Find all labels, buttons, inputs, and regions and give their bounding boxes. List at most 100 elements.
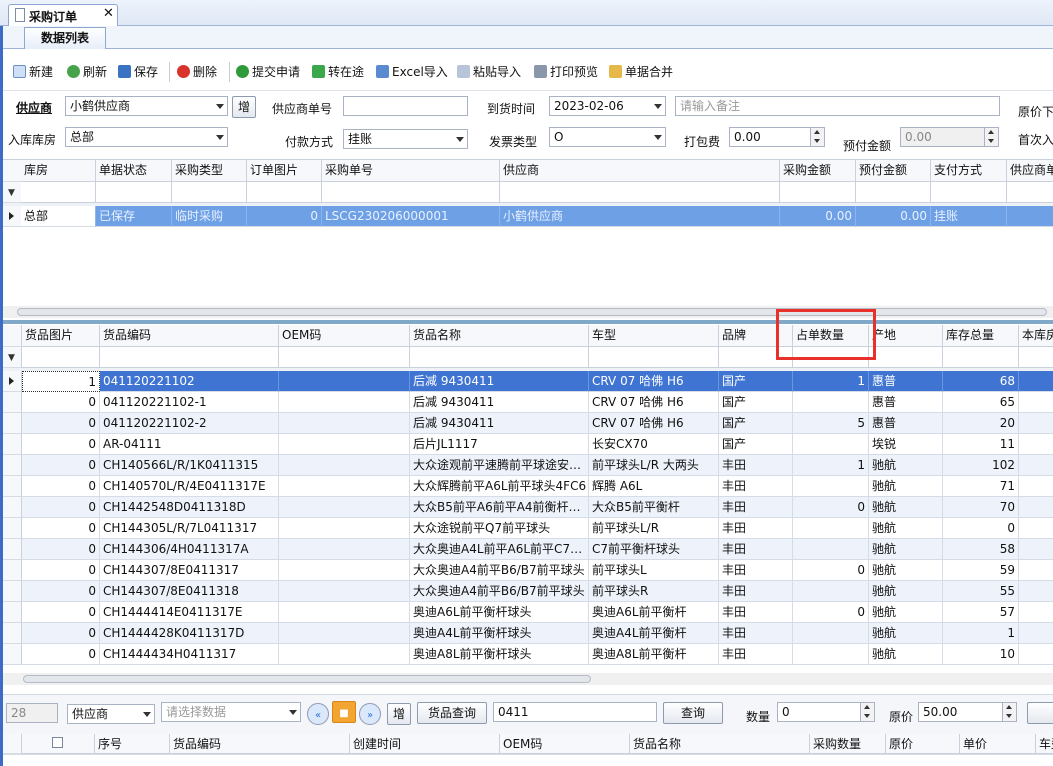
cell-car-model[interactable]: CRV 07 哈佛 H6 [589, 371, 719, 392]
cell-occupied-qty[interactable]: 1 [793, 455, 869, 476]
cell-stock-total[interactable]: 58 [943, 539, 1019, 560]
detail-col-header[interactable]: 序号 [95, 734, 170, 754]
cell-car-model[interactable]: C7前平衡杆球头 [589, 539, 719, 560]
cell-stock-total[interactable]: 57 [943, 602, 1019, 623]
order-col-header[interactable]: 采购单号 [322, 160, 500, 182]
filter-cell[interactable] [322, 182, 500, 203]
cell-stock-total[interactable]: 11 [943, 434, 1019, 455]
cell-origin[interactable]: 驰航 [869, 644, 943, 665]
cell-goods-code[interactable]: 041120221102-2 [100, 413, 279, 434]
paste-import-button[interactable]: 粘贴导入 [457, 63, 521, 81]
cell-goods-code[interactable]: CH1444428K0411317D [100, 623, 279, 644]
cell-origin[interactable]: 驰航 [869, 560, 943, 581]
cell-stock-total[interactable]: 102 [943, 455, 1019, 476]
cell-goods-code[interactable]: CH144307/8E0411317 [100, 560, 279, 581]
cell-goods-name[interactable]: 奥迪A4L前平衡杆球头 [410, 623, 589, 644]
cell-local-stock[interactable] [1019, 518, 1053, 539]
cell-occupied-qty[interactable] [793, 581, 869, 602]
goods-col-header[interactable]: OEM码 [279, 325, 410, 347]
cell-image-count[interactable]: 0 [22, 581, 100, 602]
cell-image-count[interactable]: 0 [22, 455, 100, 476]
cell-goods-name[interactable]: 大众途观前平速腾前平球途安… [410, 455, 589, 476]
order-col-header[interactable]: 预付金额 [856, 160, 931, 182]
cell-local-stock[interactable] [1019, 602, 1053, 623]
query-button[interactable]: 查询 [663, 702, 723, 724]
cell-local-stock[interactable] [1019, 371, 1053, 392]
data-select[interactable]: 请选择数据 [161, 702, 301, 722]
goods-col-header[interactable]: 车型 [589, 325, 719, 347]
cell-oem[interactable] [279, 434, 410, 455]
cell-brand[interactable]: 国产 [719, 392, 793, 413]
cell-occupied-qty[interactable]: 0 [793, 602, 869, 623]
filter-cell[interactable] [943, 347, 1019, 368]
cell-purchase-type[interactable]: 临时采购 [172, 206, 247, 227]
filter-cell[interactable] [100, 347, 279, 368]
cell-image-count[interactable]: 0 [22, 476, 100, 497]
scrollbar-thumb[interactable] [23, 675, 591, 683]
cell-image-count[interactable]: 0 [22, 434, 100, 455]
excel-import-button[interactable]: Excel导入 [376, 63, 448, 81]
detail-col-header[interactable]: 采购数量 [810, 734, 886, 754]
cell-occupied-qty[interactable] [793, 434, 869, 455]
cell-goods-code[interactable]: CH140570L/R/4E0411317E [100, 476, 279, 497]
cell-oem[interactable] [279, 581, 410, 602]
cell-origin[interactable]: 驰航 [869, 581, 943, 602]
cell-oem[interactable] [279, 602, 410, 623]
cell-goods-name[interactable]: 后减 9430411 [410, 371, 589, 392]
splitter[interactable] [3, 320, 1053, 324]
cell-goods-code[interactable]: 041120221102-1 [100, 392, 279, 413]
cell-occupied-qty[interactable] [793, 392, 869, 413]
cell-payment[interactable]: 挂账 [931, 206, 1007, 227]
cell-car-model[interactable]: 前平球头R [589, 581, 719, 602]
cell-image-count[interactable]: 0 [22, 644, 100, 665]
save-button[interactable]: 保存 [118, 63, 158, 81]
order-col-header[interactable]: 供应商单 [1007, 160, 1053, 182]
cell-occupied-qty[interactable] [793, 518, 869, 539]
supplier-no-input[interactable] [343, 96, 468, 116]
cell-origin[interactable]: 驰航 [869, 476, 943, 497]
cell-goods-code[interactable]: CH144305L/R/7L0411317 [100, 518, 279, 539]
cell-goods-code[interactable]: 041120221102 [100, 371, 279, 392]
cell-image-count[interactable]: 1 [22, 371, 100, 392]
tab-data-list[interactable]: 数据列表 [24, 27, 106, 49]
spin-icon[interactable] [1002, 703, 1016, 721]
cell-order-image[interactable]: 0 [247, 206, 322, 227]
filter-cell[interactable] [1007, 182, 1053, 203]
price-input[interactable]: 50.00 [918, 702, 1017, 722]
goods-col-header[interactable]: 产地 [869, 325, 943, 347]
detail-col-header[interactable]: 原价 [886, 734, 960, 754]
order-col-header[interactable]: 采购金额 [780, 160, 856, 182]
cell-goods-name[interactable]: 后片JL1117 [410, 434, 589, 455]
cell-origin[interactable]: 驰航 [869, 539, 943, 560]
cell-car-model[interactable]: 辉腾 A6L [589, 476, 719, 497]
cell-brand[interactable]: 国产 [719, 371, 793, 392]
cell-brand[interactable]: 丰田 [719, 623, 793, 644]
delete-button[interactable]: 删除 [177, 63, 217, 81]
cell-goods-name[interactable]: 大众途锐前平Q7前平球头 [410, 518, 589, 539]
filter-cell[interactable] [500, 182, 780, 203]
goods-col-header[interactable]: 本库房 [1019, 325, 1053, 347]
cell-local-stock[interactable] [1019, 560, 1053, 581]
cell-stock-total[interactable]: 59 [943, 560, 1019, 581]
supplier-select[interactable]: 小鹤供应商 [65, 96, 228, 116]
filter-cell[interactable] [279, 347, 410, 368]
transfer-button[interactable]: 转在途 [312, 63, 364, 81]
field-select[interactable]: 供应商 [67, 704, 155, 724]
packing-fee-input[interactable]: 0.00 [729, 127, 825, 147]
order-col-header[interactable]: 采购类型 [172, 160, 247, 182]
filter-cell[interactable] [856, 182, 931, 203]
spin-icon[interactable] [810, 128, 824, 146]
filter-cell[interactable] [410, 347, 589, 368]
cell-oem[interactable] [279, 497, 410, 518]
cell-brand[interactable]: 丰田 [719, 497, 793, 518]
cell-brand[interactable]: 丰田 [719, 539, 793, 560]
cell-stock-total[interactable]: 20 [943, 413, 1019, 434]
filter-cell[interactable] [931, 182, 1007, 203]
cell-brand[interactable]: 国产 [719, 413, 793, 434]
cell-local-stock[interactable] [1019, 644, 1053, 665]
cell-goods-code[interactable]: CH144306/4H0411317A [100, 539, 279, 560]
cell-goods-name[interactable]: 大众B5前平A6前平A4前衡杆… [410, 497, 589, 518]
cell-car-model[interactable]: 大众B5前平衡杆 [589, 497, 719, 518]
goods-horizontal-scrollbar[interactable] [3, 673, 1053, 685]
tab-purchase-order[interactable]: 采购订单 ✕ [8, 4, 118, 26]
